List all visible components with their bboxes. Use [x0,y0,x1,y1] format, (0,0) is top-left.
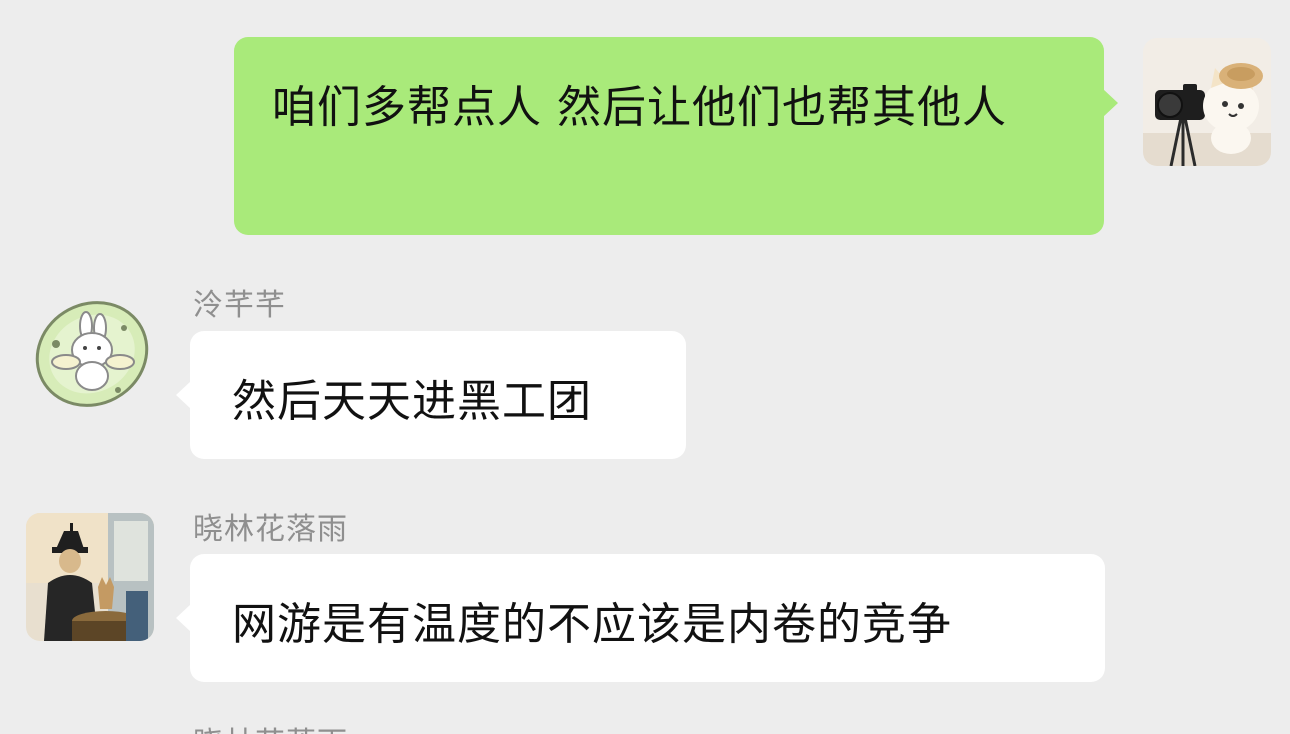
sender-name: 泠芊芊 [193,288,286,323]
incoming-message-bubble[interactable]: 然后天天进黑工团 [176,331,686,459]
sender-name: 晓林花落雨 [193,512,348,547]
cat-with-camera-icon [1143,38,1271,166]
outgoing-message-bubble[interactable]: 咱们多帮点人 然后让他们也帮其他人 [234,37,1118,235]
message-text: 然后天天进黑工团 [232,376,592,427]
sender-name: 晓林花落雨 [193,718,348,734]
message-text: 网游是有温度的不应该是内卷的竞争 [232,599,952,650]
cat-with-camera-avatar[interactable] [1143,38,1271,166]
painting-figure-icon [26,513,154,641]
message-text: 咱们多帮点人 然后让他们也帮其他人 [272,82,1007,133]
chat-message-list[interactable]: 咱们多帮点人 然后让他们也帮其他人 泠芊芊 然后天天进黑工团 晓林花落雨 网游是… [0,0,1290,734]
bunny-leaf-icon [26,290,154,418]
painting-figure-avatar[interactable] [26,513,154,641]
incoming-message-bubble[interactable]: 网游是有温度的不应该是内卷的竞争 [176,554,1105,682]
bunny-in-leaf-avatar[interactable] [26,290,154,418]
